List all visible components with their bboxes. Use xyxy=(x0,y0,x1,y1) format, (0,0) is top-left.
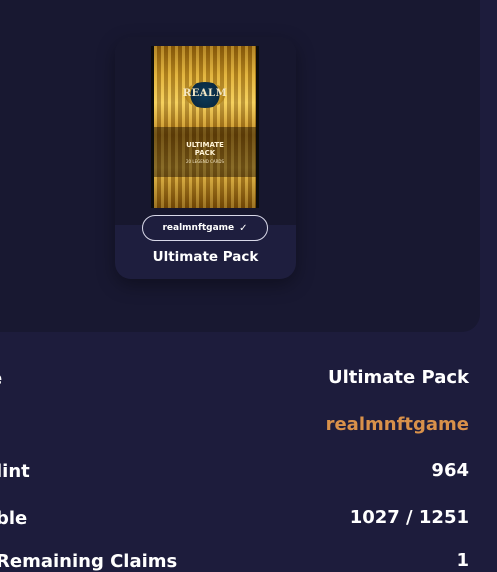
detail-label-available: ble xyxy=(0,508,28,529)
detail-label-remaining: Remaining Claims xyxy=(0,551,178,572)
creator-pill-label: realmnftgame xyxy=(162,223,235,233)
detail-value-creator[interactable]: realmnftgame xyxy=(326,414,469,435)
detail-label-mint: lint xyxy=(0,461,30,482)
pack-brand: REALM xyxy=(182,88,228,99)
card-name: Ultimate Pack xyxy=(152,249,259,265)
verified-check-icon: ✓ xyxy=(239,222,248,234)
creator-pill[interactable]: realmnftgame ✓ xyxy=(142,215,268,241)
pack-card[interactable]: REALM ULTIMATE PACK 20 LEGEND CARDS real… xyxy=(115,37,296,279)
pack-title-line2: PACK xyxy=(194,149,216,157)
detail-label-name: e xyxy=(0,368,2,389)
detail-value-mint: 964 xyxy=(431,460,469,481)
pack-title: ULTIMATE PACK xyxy=(151,141,259,157)
detail-value-remaining: 1 xyxy=(456,550,469,571)
pack-subtitle: 20 LEGEND CARDS xyxy=(185,159,224,164)
detail-value-name: Ultimate Pack xyxy=(327,367,469,388)
pack-title-line1: ULTIMATE xyxy=(186,141,224,149)
pack-image: REALM ULTIMATE PACK 20 LEGEND CARDS xyxy=(151,46,259,208)
detail-value-available: 1027 / 1251 xyxy=(349,507,469,528)
